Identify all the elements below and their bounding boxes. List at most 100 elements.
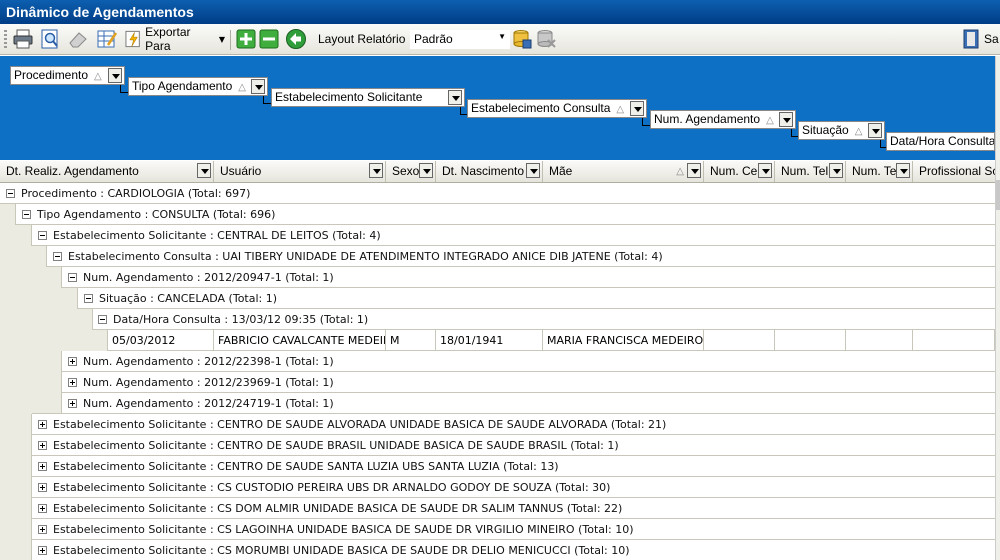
group-row[interactable]: Num. Agendamento : 2012/23969-1 (Total: …	[0, 372, 995, 393]
exit-button[interactable]: Sa	[962, 27, 1000, 51]
group-row[interactable]: Estabelecimento Solicitante : CENTRO DE …	[0, 414, 995, 435]
group-field-data-hora-consulta[interactable]: Data/Hora Consulta	[886, 132, 995, 151]
collapse-icon[interactable]	[84, 294, 93, 303]
cell-profissional[interactable]	[913, 330, 995, 351]
group-row[interactable]: Estabelecimento Solicitante : CS DOM ALM…	[0, 498, 995, 519]
collapse-all-button[interactable]	[258, 27, 280, 51]
group-field-procedimento[interactable]: Procedimento △	[10, 66, 125, 85]
column-header-row: Dt. Realiz. Agendamento Usuário Sexo Dt.…	[0, 161, 995, 183]
group-row[interactable]: Estabelecimento Solicitante : CENTRO DE …	[0, 456, 995, 477]
expand-icon[interactable]	[38, 462, 47, 471]
group-row[interactable]: Estabelecimento Solicitante : CS LAGOINH…	[0, 519, 995, 540]
group-row[interactable]: Procedimento : CARDIOLOGIA (Total: 697)	[0, 183, 995, 204]
expand-icon[interactable]	[38, 441, 47, 450]
column-header-profissional[interactable]: Profissional Sc	[913, 161, 995, 182]
filter-dropdown-icon[interactable]	[197, 163, 211, 178]
cell-sexo[interactable]: M	[386, 330, 436, 351]
collapse-icon[interactable]	[53, 252, 62, 261]
cell-mae[interactable]: MARIA FRANCISCA MEDEIROS	[543, 330, 704, 351]
group-row[interactable]: Situação : CANCELADA (Total: 1)	[0, 288, 995, 309]
group-field-num-agendamento[interactable]: Num. Agendamento △	[650, 110, 796, 129]
expand-all-button[interactable]	[235, 27, 257, 51]
table-row[interactable]: 05/03/2012 FABRICIO CAVALCANTE MEDEIROS …	[0, 330, 995, 351]
scrollbar-thumb[interactable]	[996, 180, 1000, 210]
expand-icon[interactable]	[38, 546, 47, 555]
group-row[interactable]: Tipo Agendamento : CONSULTA (Total: 696)	[0, 204, 995, 225]
group-row[interactable]: Data/Hora Consulta : 13/03/12 09:35 (Tot…	[0, 309, 995, 330]
expand-icon[interactable]	[38, 483, 47, 492]
expand-icon[interactable]	[38, 420, 47, 429]
column-header-num-te[interactable]: Num. Te	[846, 161, 913, 182]
delete-layout-button[interactable]	[534, 27, 558, 51]
group-row-label: Estabelecimento Consulta : UAI TIBERY UN…	[68, 250, 663, 263]
filter-dropdown-icon[interactable]	[829, 163, 843, 178]
group-row[interactable]: Estabelecimento Consulta : UAI TIBERY UN…	[0, 246, 995, 267]
group-row[interactable]: Estabelecimento Solicitante : CS CUSTODI…	[0, 477, 995, 498]
group-row[interactable]: Estabelecimento Solicitante : CENTRO DE …	[0, 435, 995, 456]
column-header-mae[interactable]: Mãe △	[543, 161, 704, 182]
save-layout-button[interactable]	[510, 27, 534, 51]
group-row[interactable]: Estabelecimento Solicitante : CENTRAL DE…	[0, 225, 995, 246]
group-indent	[0, 372, 62, 393]
filter-dropdown-icon[interactable]	[687, 163, 701, 178]
cell-dt-realiz[interactable]: 05/03/2012	[108, 330, 214, 351]
column-header-num-cel[interactable]: Num. Cel	[704, 161, 775, 182]
filter-dropdown-icon[interactable]	[419, 163, 433, 178]
collapse-icon[interactable]	[6, 189, 15, 198]
group-field-estabelecimento-solicitante[interactable]: Estabelecimento Solicitante	[271, 88, 465, 107]
collapse-icon[interactable]	[38, 231, 47, 240]
eraser-button[interactable]	[65, 27, 91, 51]
expand-icon[interactable]	[68, 378, 77, 387]
group-row[interactable]: Num. Agendamento : 2012/22398-1 (Total: …	[0, 351, 995, 372]
collapse-icon[interactable]	[68, 273, 77, 282]
filter-dropdown-icon[interactable]	[251, 79, 265, 94]
vertical-scrollbar[interactable]	[995, 56, 1000, 560]
filter-dropdown-icon[interactable]	[108, 68, 122, 83]
back-button[interactable]	[284, 27, 308, 51]
expand-icon[interactable]	[68, 399, 77, 408]
filter-dropdown-icon[interactable]	[779, 112, 793, 127]
print-preview-button[interactable]	[37, 27, 63, 51]
group-field-label: Procedimento	[14, 68, 89, 82]
column-header-dt-realiz[interactable]: Dt. Realiz. Agendamento	[0, 161, 214, 182]
export-dropdown-button[interactable]: Exportar Para ▼	[125, 25, 225, 53]
filter-dropdown-icon[interactable]	[758, 163, 772, 178]
column-header-label: Num. Te	[852, 164, 897, 178]
filter-dropdown-icon[interactable]	[868, 123, 882, 138]
cell-num-cel[interactable]	[704, 330, 775, 351]
group-field-situacao[interactable]: Situação △	[798, 121, 885, 140]
expand-icon[interactable]	[38, 525, 47, 534]
group-field-tipo-agendamento[interactable]: Tipo Agendamento △	[128, 77, 268, 96]
filter-dropdown-icon[interactable]	[896, 163, 910, 178]
expand-icon[interactable]	[38, 504, 47, 513]
group-field-label: Estabelecimento Consulta	[471, 101, 611, 115]
filter-dropdown-icon[interactable]	[526, 163, 540, 178]
column-header-sexo[interactable]: Sexo	[386, 161, 436, 182]
cell-num-te[interactable]	[846, 330, 913, 351]
column-header-dt-nascimento[interactable]: Dt. Nascimento	[436, 161, 543, 182]
collapse-icon[interactable]	[22, 210, 31, 219]
cell-num-tel[interactable]	[775, 330, 846, 351]
group-row[interactable]: Num. Agendamento : 2012/20947-1 (Total: …	[0, 267, 995, 288]
filter-dropdown-icon[interactable]	[369, 163, 383, 178]
group-connector	[263, 96, 271, 104]
collapse-icon[interactable]	[98, 315, 107, 324]
column-header-num-tel[interactable]: Num. Tel	[775, 161, 846, 182]
group-field-estabelecimento-consulta[interactable]: Estabelecimento Consulta △	[467, 99, 647, 118]
column-header-usuario[interactable]: Usuário	[214, 161, 386, 182]
layout-select[interactable]: Padrão ▼	[410, 30, 510, 49]
group-row-label: Num. Agendamento : 2012/22398-1 (Total: …	[83, 355, 334, 368]
filter-dropdown-icon[interactable]	[630, 101, 644, 116]
group-row[interactable]: Num. Agendamento : 2012/24719-1 (Total: …	[0, 393, 995, 414]
cell-dt-nascimento[interactable]: 18/01/1941	[436, 330, 543, 351]
edit-grid-button[interactable]	[94, 27, 120, 51]
cell-usuario[interactable]: FABRICIO CAVALCANTE MEDEIROS	[214, 330, 386, 351]
filter-dropdown-icon[interactable]	[448, 90, 462, 105]
group-row[interactable]: Estabelecimento Solicitante : CS MORUMBI…	[0, 540, 995, 560]
exit-door-icon	[963, 29, 979, 49]
layout-select-value: Padrão	[414, 32, 453, 46]
expand-icon[interactable]	[68, 357, 77, 366]
print-button[interactable]	[10, 27, 36, 51]
group-indent	[0, 225, 32, 246]
toolbar-grip[interactable]	[4, 30, 7, 50]
